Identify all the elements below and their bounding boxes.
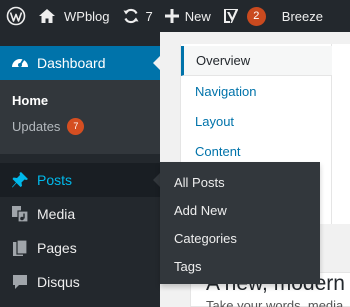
yoast-notification-badge: 2 (246, 6, 266, 26)
sidebar-item-dashboard[interactable]: Dashboard (0, 46, 161, 80)
dashboard-label: Dashboard (37, 55, 106, 71)
dashboard-submenu: Home Updates 7 (0, 80, 160, 154)
media-icon (10, 204, 30, 224)
yoast-icon (223, 9, 238, 23)
admin-sidebar: Dashboard Home Updates 7 Posts Media Pag… (0, 32, 161, 307)
flyout-item-all-posts[interactable]: All Posts (174, 175, 225, 190)
posts-flyout-menu: All Posts Add New Categories Tags (160, 162, 320, 284)
site-name-link[interactable]: WPblog (34, 0, 116, 32)
tab-overview[interactable]: Overview (181, 46, 332, 76)
tab-navigation[interactable]: Navigation (181, 76, 332, 106)
plus-icon (164, 9, 179, 23)
tab-layout-label: Layout (195, 113, 235, 129)
updates-count-badge: 7 (67, 118, 85, 135)
sidebar-item-media[interactable]: Media (0, 197, 160, 231)
tab-layout[interactable]: Layout (181, 106, 332, 136)
sidebar-item-pages[interactable]: Pages (0, 231, 160, 265)
sidebar-item-posts[interactable]: Posts (0, 163, 160, 197)
updates-link[interactable]: 7 (116, 0, 159, 32)
dashboard-icon (10, 53, 30, 73)
admin-bar: WPblog 7 New 2 Breeze (0, 0, 350, 32)
flyout-arrow (153, 173, 160, 187)
submenu-item-updates[interactable]: Updates 7 (12, 118, 85, 135)
sidebar-item-disqus[interactable]: Disqus (0, 265, 160, 299)
tab-navigation-label: Navigation (195, 83, 257, 99)
welcome-subtitle: Take your words, media... (206, 298, 350, 307)
refresh-icon (123, 8, 139, 24)
updates-count: 7 (145, 8, 153, 24)
current-menu-arrow (153, 55, 161, 71)
breeze-label: Breeze (281, 8, 323, 24)
new-content-link[interactable]: New (159, 0, 217, 32)
posts-label: Posts (37, 172, 73, 188)
breeze-link[interactable]: Breeze (272, 0, 329, 32)
site-name: WPblog (64, 8, 110, 24)
tab-overview-label: Overview (196, 53, 251, 68)
wordpress-logo-button[interactable] (0, 0, 34, 32)
updates-label: Updates (12, 119, 61, 134)
wordpress-logo-icon (6, 6, 26, 26)
pages-label: Pages (37, 240, 77, 256)
disqus-label: Disqus (37, 274, 80, 290)
home-icon (39, 9, 55, 23)
flyout-item-add-new[interactable]: Add New (174, 203, 227, 218)
tab-content-label: Content (195, 143, 241, 159)
submenu-item-home[interactable]: Home (12, 93, 48, 108)
flyout-item-tags[interactable]: Tags (174, 259, 201, 274)
comment-icon (10, 272, 30, 292)
pin-icon (10, 170, 30, 190)
pages-icon (10, 238, 30, 258)
new-label: New (184, 8, 211, 24)
flyout-item-categories[interactable]: Categories (174, 231, 237, 246)
media-label: Media (37, 206, 76, 222)
yoast-seo-link[interactable]: 2 (217, 0, 272, 32)
